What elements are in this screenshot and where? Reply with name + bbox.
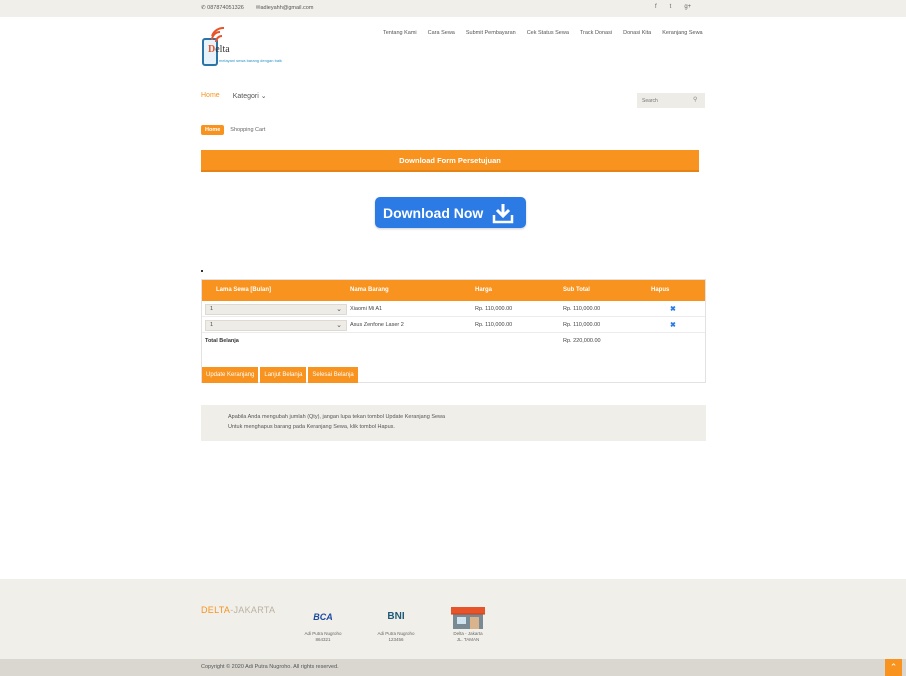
category-label: Kategori xyxy=(232,93,259,100)
update-cart-button[interactable]: Update Keranjang xyxy=(202,367,259,383)
bni-logo: BNI xyxy=(366,605,426,629)
store-icon xyxy=(438,605,498,629)
header-harga: Harga xyxy=(475,287,493,293)
email-contact[interactable]: ✉adieyahh@gmail.com xyxy=(256,5,314,11)
download-form-bar[interactable]: Download Form Persetujuan xyxy=(201,150,699,172)
nav-item-donasi-kita[interactable]: Donasi Kita xyxy=(623,30,651,36)
email-address[interactable]: adieyahh@gmail.com xyxy=(260,5,313,11)
phone-number: 087874051326 xyxy=(207,5,244,11)
total-value: Rp. 220,000.00 xyxy=(563,338,601,344)
item-name: Xiaomi Mi A1 xyxy=(350,306,383,312)
qty-select[interactable]: 1 ⌄ xyxy=(205,304,347,315)
scroll-to-top-button[interactable]: ⌃ xyxy=(885,659,902,676)
header-sub-total: Sub Total xyxy=(563,287,590,293)
header-hapus: Hapus xyxy=(651,287,670,293)
googleplus-icon[interactable]: g+ xyxy=(684,4,691,10)
nav-item-cara-sewa[interactable]: Cara Sewa xyxy=(428,30,455,36)
bca-logo-text: BCA xyxy=(313,612,333,622)
qty-value: 1 xyxy=(210,306,214,312)
chevron-up-icon: ⌃ xyxy=(889,662,898,672)
table-row: 1 ⌄ Xiaomi Mi A1 Rp. 110,000.00 Rp. 110,0… xyxy=(202,302,705,317)
total-label: Total Belanja xyxy=(205,338,239,344)
chevron-down-icon: ⌄ xyxy=(336,322,342,329)
delete-icon[interactable]: ✖ xyxy=(670,321,676,329)
phone-contact: ✆ 087874051326 xyxy=(201,5,244,11)
notice-line-2: Untuk menghapus barang pada Keranjang Se… xyxy=(228,424,395,430)
store-address: JL. TAMAN xyxy=(456,637,480,642)
header-lama-sewa: Lama Sewa [Bulan] xyxy=(216,287,272,293)
chevron-down-icon: ⌄ xyxy=(260,93,267,100)
copyright: Copyright © 2020 Adi Putra Nugroho. All … xyxy=(0,659,906,676)
continue-shopping-button[interactable]: Lanjut Belanja xyxy=(260,367,307,383)
item-subtotal: Rp. 110,000.00 xyxy=(563,322,601,328)
breadcrumb-home[interactable]: Home xyxy=(201,125,225,135)
social-links: f t g+ xyxy=(655,4,691,10)
nav-item-cek-status-sewa[interactable]: Cek Status Sewa xyxy=(527,30,569,36)
cart-header: Lama Sewa [Bulan] Nama Barang Harga Sub … xyxy=(202,280,705,301)
brand-tagline: melayani sewa barang dengan baik xyxy=(219,58,282,63)
table-row: 1 ⌄ Asus Zenfone Laser 2 Rp. 110,000.00 R… xyxy=(202,318,705,333)
chevron-down-icon: ⌄ xyxy=(336,306,342,313)
site-logo[interactable]: Delta melayani sewa barang dengan baik xyxy=(201,26,282,70)
item-subtotal: Rp. 110,000.00 xyxy=(563,306,601,312)
subnav-category[interactable]: Kategori ⌄ xyxy=(233,92,267,100)
search-icon[interactable]: ⚲ xyxy=(693,96,697,103)
nav-item-tentang-kami[interactable]: Tentang Kami xyxy=(383,30,417,36)
delete-icon[interactable]: ✖ xyxy=(670,305,676,313)
cart-table: Lama Sewa [Bulan] Nama Barang Harga Sub … xyxy=(201,279,706,383)
stray-dot xyxy=(201,270,203,272)
facebook-icon[interactable]: f xyxy=(655,4,657,10)
bank-number: 864321 xyxy=(315,637,331,642)
storefront-icon xyxy=(451,607,485,629)
item-price: Rp. 110,000.00 xyxy=(475,306,513,312)
store-block: Delta - Jakarta JL. TAMAN xyxy=(438,605,498,643)
main-nav: Tentang Kami Cara Sewa Submit Pembayaran… xyxy=(383,30,703,36)
download-now-label: Download Now xyxy=(383,204,484,221)
header-nama-barang: Nama Barang xyxy=(350,287,389,293)
item-name: Asus Zenfone Laser 2 xyxy=(350,322,404,328)
twitter-icon[interactable]: t xyxy=(670,4,672,10)
download-now-button[interactable]: Download Now xyxy=(375,197,526,228)
qty-value: 1 xyxy=(210,322,214,328)
brand-rest: elta xyxy=(215,44,230,55)
checkout-button[interactable]: Selesai Belanja xyxy=(308,367,358,383)
notice-line-1: Apabila Anda mengubah jumlah (Qty), jang… xyxy=(228,414,446,420)
nav-item-submit-pembayaran[interactable]: Submit Pembayaran xyxy=(466,30,516,36)
brand-name: Delta xyxy=(208,44,230,55)
cart-actions: Update Keranjang Lanjut Belanja Selesai … xyxy=(202,367,358,383)
footer-logo: DELTA-JAKARTA xyxy=(201,605,275,615)
nav-item-track-donasi[interactable]: Track Donasi xyxy=(580,30,612,36)
bca-logo: BCA xyxy=(293,605,353,629)
nav-item-keranjang-sewa[interactable]: Keranjang Sewa xyxy=(662,30,702,36)
breadcrumb-current: Shopping Cart xyxy=(230,127,266,133)
contact-info: ✆ 087874051326 ✉adieyahh@gmail.com xyxy=(201,5,313,11)
footer-logo-sub: -JAKARTA xyxy=(230,605,276,615)
qty-select[interactable]: 1 ⌄ xyxy=(205,320,347,331)
top-bar: ✆ 087874051326 ✉adieyahh@gmail.com f t g… xyxy=(0,0,906,17)
download-icon xyxy=(493,203,514,223)
footer-logo-main: DELTA xyxy=(201,605,231,615)
cart-notice: Apabila Anda mengubah jumlah (Qty), jang… xyxy=(201,405,706,441)
bank-bni: BNI Adi Putra Nugroho 123456 xyxy=(366,605,426,643)
breadcrumb: Home Shopping Cart xyxy=(201,125,265,135)
footer: DELTA-JAKARTA BCA Adi Putra Nugroho 8643… xyxy=(0,579,906,659)
subnav-home[interactable]: Home xyxy=(201,92,220,100)
bank-number: 123456 xyxy=(388,637,404,642)
sub-nav: Home Kategori ⌄ xyxy=(201,92,267,100)
bank-bca: BCA Adi Putra Nugroho 864321 xyxy=(293,605,353,643)
item-price: Rp. 110,000.00 xyxy=(475,322,513,328)
signal-waves-icon xyxy=(211,27,225,43)
bni-logo-text: BNI xyxy=(387,611,405,622)
